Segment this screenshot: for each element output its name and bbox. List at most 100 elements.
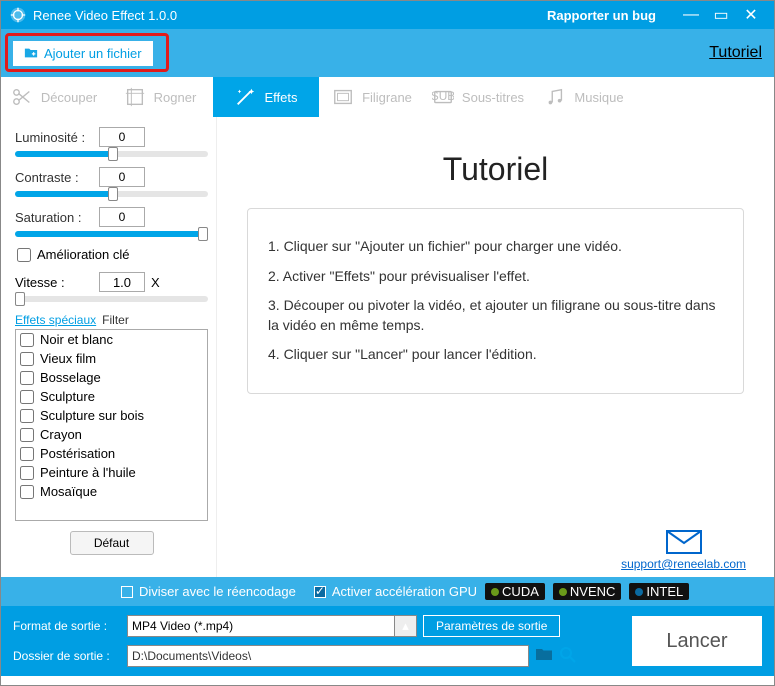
tab-cut[interactable]: Découper (1, 77, 107, 117)
brightness-label: Luminosité : (15, 130, 93, 145)
tab-music[interactable]: Musique (531, 77, 637, 117)
saturation-input[interactable] (99, 207, 145, 227)
list-item: Vieux film (16, 349, 207, 368)
folder-plus-icon (24, 46, 38, 60)
add-file-label: Ajouter un fichier (44, 46, 142, 61)
wand-icon (234, 86, 256, 108)
tab-subtitles[interactable]: SUB Sous-titres (425, 77, 531, 117)
folder-input[interactable] (127, 645, 529, 667)
folder-label: Dossier de sortie : (13, 649, 121, 663)
tab-label: Rogner (154, 90, 197, 105)
speed-input[interactable] (99, 272, 145, 292)
format-label: Format de sortie : (13, 619, 121, 633)
fx-name: Peinture à l'huile (40, 465, 136, 480)
tab-crop[interactable]: Rogner (107, 77, 213, 117)
fx-checkbox[interactable] (20, 371, 34, 385)
effects-panel: Luminosité : Contraste : Saturation : Am… (1, 117, 217, 577)
fx-checkbox[interactable] (20, 390, 34, 404)
key-improve-label: Amélioration clé (37, 247, 130, 262)
main-pane: Tutoriel 1. Cliquer sur "Ajouter un fich… (217, 117, 774, 577)
tutorial-step: 4. Cliquer sur "Lancer" pour lancer l'éd… (268, 345, 723, 365)
contrast-slider[interactable] (15, 191, 208, 197)
fx-name: Sculpture sur bois (40, 408, 144, 423)
saturation-label: Saturation : (15, 210, 93, 225)
speed-slider[interactable] (15, 296, 208, 302)
key-improve-checkbox[interactable] (17, 248, 31, 262)
svg-text:SUB: SUB (432, 89, 454, 103)
list-item: Mosaïque (16, 482, 207, 501)
format-value[interactable] (128, 616, 394, 636)
saturation-slider[interactable] (15, 231, 208, 237)
fx-checkbox[interactable] (20, 333, 34, 347)
launch-button[interactable]: Lancer (632, 616, 762, 666)
nvenc-badge: NVENC (553, 583, 622, 600)
minimize-button[interactable]: — (676, 1, 706, 29)
default-button[interactable]: Défaut (70, 531, 154, 555)
support-block: support@reneelab.com (621, 530, 746, 571)
gpu-label: Activer accélération GPU (332, 584, 477, 599)
tab-watermark[interactable]: Filigrane (319, 77, 425, 117)
tutorial-step: 3. Découper ou pivoter la vidéo, et ajou… (268, 296, 723, 335)
contrast-input[interactable] (99, 167, 145, 187)
app-logo-icon (9, 6, 27, 24)
fx-name: Mosaïque (40, 484, 97, 499)
list-item: Sculpture sur bois (16, 406, 207, 425)
close-button[interactable]: ✕ (736, 1, 766, 29)
search-icon[interactable] (559, 646, 577, 667)
titlebar: Renee Video Effect 1.0.0 Rapporter un bu… (1, 1, 774, 29)
list-item: Sculpture (16, 387, 207, 406)
fx-checkbox[interactable] (20, 352, 34, 366)
tab-label: Musique (574, 90, 623, 105)
maximize-button[interactable]: ▭ (706, 1, 736, 29)
effects-list[interactable]: Noir et blanc Vieux film Bosselage Sculp… (15, 329, 208, 521)
list-item: Peinture à l'huile (16, 463, 207, 482)
app-title: Renee Video Effect 1.0.0 (33, 8, 177, 23)
report-bug-link[interactable]: Rapporter un bug (547, 8, 656, 23)
list-item: Crayon (16, 425, 207, 444)
list-item: Noir et blanc (16, 330, 207, 349)
tutorial-heading: Tutoriel (247, 151, 744, 188)
list-item: Postérisation (16, 444, 207, 463)
crop-icon (124, 86, 146, 108)
tutorial-step: 2. Activer "Effets" pour prévisualiser l… (268, 267, 723, 287)
gpu-checkbox[interactable] (314, 586, 326, 598)
watermark-icon (332, 86, 354, 108)
options-bar: Diviser avec le réencodage Activer accél… (1, 577, 774, 606)
intel-badge: INTEL (629, 583, 689, 600)
special-effects-link[interactable]: Effets spéciaux (15, 313, 96, 327)
subtitle-icon: SUB (432, 86, 454, 108)
cuda-badge: CUDA (485, 583, 545, 600)
fx-checkbox[interactable] (20, 447, 34, 461)
fx-checkbox[interactable] (20, 485, 34, 499)
bottom-bar: Format de sortie : ▴ Paramètres de sorti… (1, 606, 774, 676)
fx-checkbox[interactable] (20, 409, 34, 423)
tutorial-link[interactable]: Tutoriel (709, 44, 762, 62)
music-icon (544, 86, 566, 108)
add-file-button[interactable]: Ajouter un fichier (13, 41, 153, 66)
fx-checkbox[interactable] (20, 428, 34, 442)
fx-name: Crayon (40, 427, 82, 442)
body-area: Luminosité : Contraste : Saturation : Am… (1, 117, 774, 577)
folder-open-icon[interactable] (535, 646, 553, 667)
contrast-label: Contraste : (15, 170, 93, 185)
chevron-up-icon[interactable]: ▴ (394, 616, 416, 636)
tab-effects[interactable]: Effets (213, 77, 319, 117)
brightness-input[interactable] (99, 127, 145, 147)
split-checkbox[interactable] (121, 586, 133, 598)
scissors-icon (11, 86, 33, 108)
tabbar: Découper Rogner Effets Filigrane SUB Sou… (1, 77, 774, 117)
speed-unit: X (151, 275, 160, 290)
fx-name: Sculpture (40, 389, 95, 404)
tutorial-step: 1. Cliquer sur "Ajouter un fichier" pour… (268, 237, 723, 257)
fx-checkbox[interactable] (20, 466, 34, 480)
format-select[interactable]: ▴ (127, 615, 417, 637)
filter-label: Filter (102, 313, 129, 327)
tutorial-box: 1. Cliquer sur "Ajouter un fichier" pour… (247, 208, 744, 394)
speed-label: Vitesse : (15, 275, 93, 290)
output-params-button[interactable]: Paramètres de sortie (423, 615, 560, 637)
support-email-link[interactable]: support@reneelab.com (621, 557, 746, 571)
split-label: Diviser avec le réencodage (139, 584, 296, 599)
tab-label: Découper (41, 90, 97, 105)
brightness-slider[interactable] (15, 151, 208, 157)
toolbar: Ajouter un fichier Tutoriel (1, 29, 774, 77)
